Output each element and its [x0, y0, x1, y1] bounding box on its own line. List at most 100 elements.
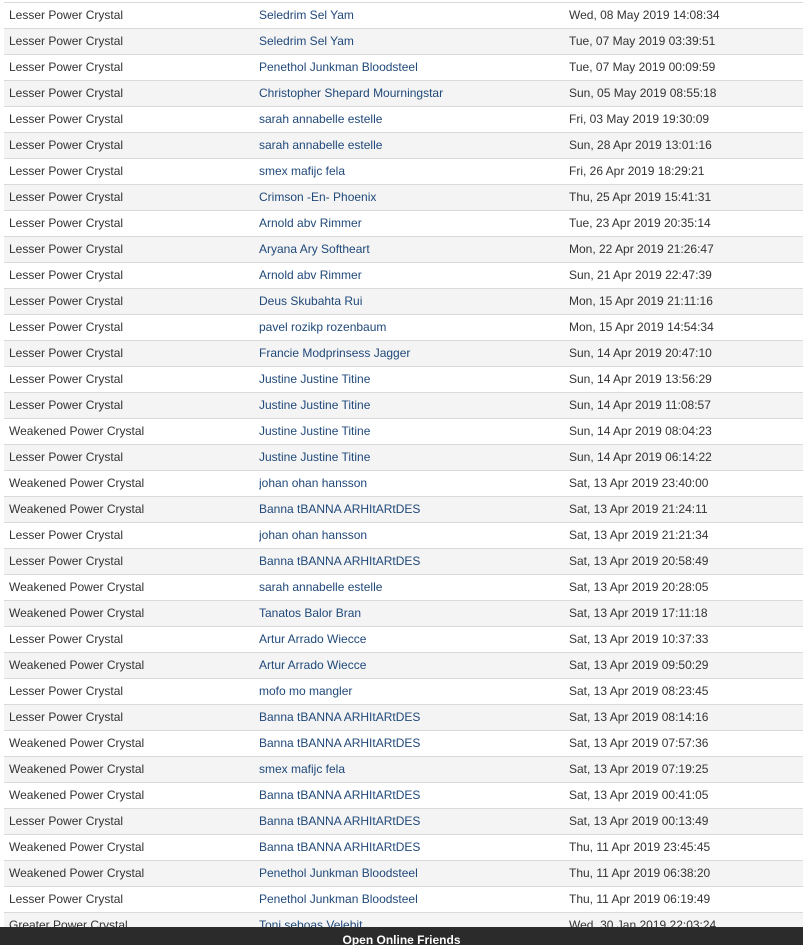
item-name-cell: Weakened Power Crystal — [9, 658, 145, 672]
timestamp-cell: Sun, 05 May 2019 08:55:18 — [569, 86, 717, 100]
table-row: Weakened Power Crystal Tanatos Balor Bran… — [4, 601, 803, 627]
player-name-link[interactable]: Banna tBANNA ARHItARtDES — [259, 497, 559, 522]
player-name-link[interactable]: Justine Justine Titine — [259, 367, 559, 392]
item-name-cell: Lesser Power Crystal — [9, 112, 124, 126]
player-name-link[interactable]: Banna tBANNA ARHItARtDES — [259, 835, 559, 860]
table-row: Lesser Power Crystal Francie Modprinsess … — [4, 341, 803, 367]
table-row: Weakened Power Crystal Banna tBANNA ARHIt… — [4, 835, 803, 861]
timestamp-cell: Mon, 15 Apr 2019 14:54:34 — [569, 320, 714, 334]
item-name-cell: Weakened Power Crystal — [9, 580, 145, 594]
table-row: Lesser Power Crystal Justine Justine Titi… — [4, 445, 803, 471]
player-name-link[interactable]: Justine Justine Titine — [259, 445, 559, 470]
player-name-link[interactable]: smex mafijc fela — [259, 757, 559, 782]
player-name-link[interactable]: Crimson -En- Phoenix — [259, 185, 559, 210]
table-row: Weakened Power Crystal Banna tBANNA ARHIt… — [4, 783, 803, 809]
item-name-cell: Lesser Power Crystal — [9, 814, 124, 828]
item-name-cell: Lesser Power Crystal — [9, 450, 124, 464]
timestamp-cell: Thu, 25 Apr 2019 15:41:31 — [569, 190, 712, 204]
item-name-cell: Lesser Power Crystal — [9, 216, 124, 230]
item-name-cell: Weakened Power Crystal — [9, 840, 145, 854]
item-name-cell: Lesser Power Crystal — [9, 398, 124, 412]
table-row: Lesser Power Crystal Artur Arrado Wiecce S… — [4, 627, 803, 653]
player-name-link[interactable]: Seledrim Sel Yam — [259, 3, 559, 28]
table-row: Weakened Power Crystal johan ohan hansson… — [4, 471, 803, 497]
item-name-cell: Lesser Power Crystal — [9, 632, 124, 646]
player-name-link[interactable]: sarah annabelle estelle — [259, 575, 559, 600]
player-name-link[interactable]: sarah annabelle estelle — [259, 107, 559, 132]
player-name-link[interactable]: Banna tBANNA ARHItARtDES — [259, 783, 559, 808]
table-row: Lesser Power Crystal Arnold abv Rimmer Tue… — [4, 211, 803, 237]
player-name-link[interactable]: Banna tBANNA ARHItARtDES — [259, 549, 559, 574]
timestamp-cell: Sat, 13 Apr 2019 07:19:25 — [569, 762, 709, 776]
table-row: Lesser Power Crystal Aryana Ary Softheart… — [4, 237, 803, 263]
table-row: Lesser Power Crystal Arnold abv Rimmer Sun… — [4, 263, 803, 289]
player-name-link[interactable]: Banna tBANNA ARHItARtDES — [259, 731, 559, 756]
player-name-link[interactable]: Penethol Junkman Bloodsteel — [259, 55, 559, 80]
item-name-cell: Lesser Power Crystal — [9, 294, 124, 308]
timestamp-cell: Sat, 13 Apr 2019 08:23:45 — [569, 684, 709, 698]
timestamp-cell: Sat, 13 Apr 2019 07:57:36 — [569, 736, 709, 750]
player-name-link[interactable]: Francie Modprinsess Jagger — [259, 341, 559, 366]
item-name-cell: Lesser Power Crystal — [9, 60, 124, 74]
player-name-link[interactable]: Banna tBANNA ARHItARtDES — [259, 809, 559, 834]
item-name-cell: Weakened Power Crystal — [9, 476, 145, 490]
item-name-cell: Lesser Power Crystal — [9, 8, 124, 22]
player-name-link[interactable]: Penethol Junkman Bloodsteel — [259, 887, 559, 912]
timestamp-cell: Sat, 13 Apr 2019 10:37:33 — [569, 632, 709, 646]
table-row: Lesser Power Crystal Christopher Shepard … — [4, 81, 803, 107]
loot-table: Lesser Power Crystal Seledrim Sel Yam Wed,… — [4, 2, 803, 939]
player-name-link[interactable]: Tanatos Balor Bran — [259, 601, 559, 626]
player-name-link[interactable]: pavel rozikp rozenbaum — [259, 315, 559, 340]
item-name-cell: Lesser Power Crystal — [9, 554, 124, 568]
item-name-cell: Lesser Power Crystal — [9, 684, 124, 698]
open-online-friends-button[interactable]: Open Online Friends — [0, 927, 803, 945]
player-name-link[interactable]: Banna tBANNA ARHItARtDES — [259, 705, 559, 730]
table-row: Lesser Power Crystal Banna tBANNA ARHItAR… — [4, 549, 803, 575]
timestamp-cell: Sat, 13 Apr 2019 09:50:29 — [569, 658, 709, 672]
item-name-cell: Weakened Power Crystal — [9, 502, 145, 516]
timestamp-cell: Thu, 11 Apr 2019 06:19:49 — [569, 892, 711, 906]
timestamp-cell: Sun, 14 Apr 2019 11:08:57 — [569, 398, 711, 412]
player-name-link[interactable]: Justine Justine Titine — [259, 419, 559, 444]
player-name-link[interactable]: johan ohan hansson — [259, 471, 559, 496]
item-name-cell: Lesser Power Crystal — [9, 164, 124, 178]
table-row: Weakened Power Crystal Banna tBANNA ARHIt… — [4, 731, 803, 757]
table-row: Lesser Power Crystal pavel rozikp rozenba… — [4, 315, 803, 341]
player-name-link[interactable]: Aryana Ary Softheart — [259, 237, 559, 262]
table-row: Lesser Power Crystal johan ohan hansson Sa… — [4, 523, 803, 549]
timestamp-cell: Sun, 14 Apr 2019 13:56:29 — [569, 372, 712, 386]
player-name-link[interactable]: sarah annabelle estelle — [259, 133, 559, 158]
item-name-cell: Weakened Power Crystal — [9, 866, 145, 880]
timestamp-cell: Mon, 22 Apr 2019 21:26:47 — [569, 242, 714, 256]
player-name-link[interactable]: Arnold abv Rimmer — [259, 211, 559, 236]
player-name-link[interactable]: Christopher Shepard Mourningstar — [259, 81, 559, 106]
item-name-cell: Lesser Power Crystal — [9, 138, 124, 152]
table-row: Lesser Power Crystal Penethol Junkman Blo… — [4, 887, 803, 913]
player-name-link[interactable]: Justine Justine Titine — [259, 393, 559, 418]
player-name-link[interactable]: mofo mo mangler — [259, 679, 559, 704]
item-name-cell: Weakened Power Crystal — [9, 762, 145, 776]
item-name-cell: Lesser Power Crystal — [9, 528, 124, 542]
player-name-link[interactable]: Penethol Junkman Bloodsteel — [259, 861, 559, 886]
timestamp-cell: Mon, 15 Apr 2019 21:11:16 — [569, 294, 713, 308]
table-row: Lesser Power Crystal mofo mo mangler Sat, … — [4, 679, 803, 705]
timestamp-cell: Sun, 14 Apr 2019 08:04:23 — [569, 424, 712, 438]
timestamp-cell: Sat, 13 Apr 2019 23:40:00 — [569, 476, 709, 490]
table-row: Weakened Power Crystal smex mafijc fela Sa… — [4, 757, 803, 783]
player-name-link[interactable]: johan ohan hansson — [259, 523, 559, 548]
player-name-link[interactable]: smex mafijc fela — [259, 159, 559, 184]
player-name-link[interactable]: Arnold abv Rimmer — [259, 263, 559, 288]
player-name-link[interactable]: Deus Skubahta Rui — [259, 289, 559, 314]
table-row: Weakened Power Crystal Justine Justine Ti… — [4, 419, 803, 445]
player-name-link[interactable]: Seledrim Sel Yam — [259, 29, 559, 54]
table-row: Lesser Power Crystal Banna tBANNA ARHItAR… — [4, 705, 803, 731]
table-row: Lesser Power Crystal Penethol Junkman Blo… — [4, 55, 803, 81]
table-row: Lesser Power Crystal Justine Justine Titi… — [4, 393, 803, 419]
timestamp-cell: Thu, 11 Apr 2019 06:38:20 — [569, 866, 711, 880]
table-row: Weakened Power Crystal Artur Arrado Wiecc… — [4, 653, 803, 679]
player-name-link[interactable]: Artur Arrado Wiecce — [259, 653, 559, 678]
player-name-link[interactable]: Artur Arrado Wiecce — [259, 627, 559, 652]
table-row: Lesser Power Crystal Deus Skubahta Rui Mon… — [4, 289, 803, 315]
item-name-cell: Lesser Power Crystal — [9, 242, 124, 256]
table-row: Lesser Power Crystal Seledrim Sel Yam Tue,… — [4, 29, 803, 55]
